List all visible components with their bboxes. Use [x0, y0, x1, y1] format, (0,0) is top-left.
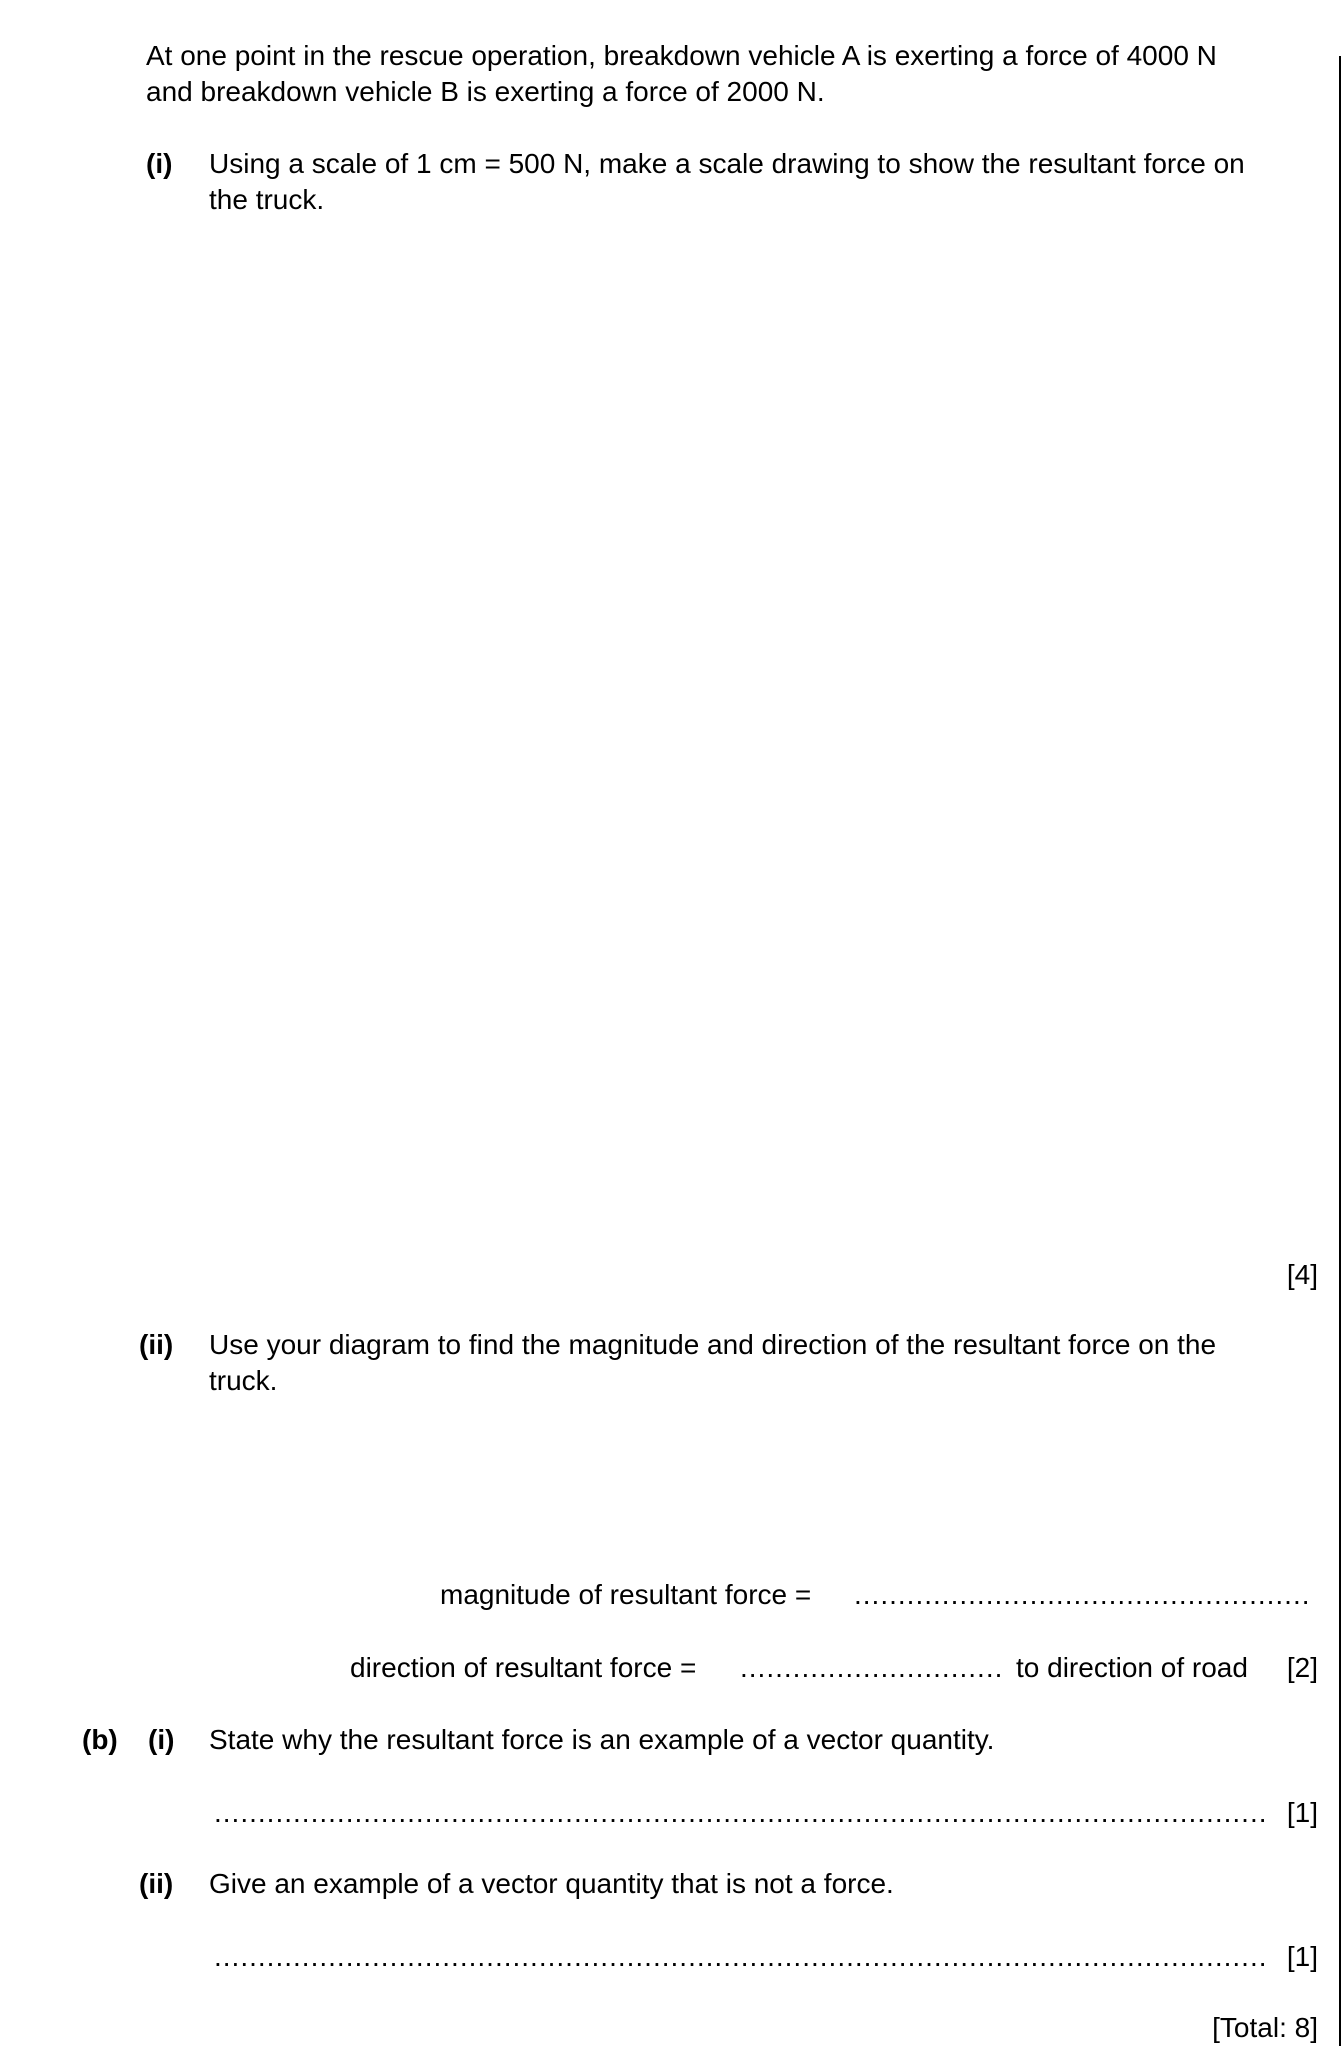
part-b-i-question: State why the resultant force is an exam…	[209, 1724, 995, 1755]
part-b-i-answer-line[interactable]: ........................................…	[214, 1795, 1266, 1831]
part-a-i-line-2: the truck.	[209, 184, 325, 215]
part-b-i-label: (i)	[148, 1724, 175, 1755]
drawing-answer-space[interactable]	[210, 225, 1320, 1240]
part-b-ii-marks: [1]	[1286, 1941, 1318, 1972]
part-b-label: (b)	[82, 1724, 118, 1755]
part-a-i-label: (i)	[146, 148, 173, 179]
part-b-ii-answer-line[interactable]: ........................................…	[214, 1939, 1266, 1975]
direction-suffix: to direction of road	[1016, 1652, 1248, 1683]
page-margin-rule	[1339, 56, 1341, 2046]
total-marks: [Total: 8]	[1212, 2012, 1318, 2043]
magnitude-label: magnitude of resultant force =	[440, 1579, 812, 1610]
intro-line-1: At one point in the rescue operation, br…	[146, 40, 1217, 71]
part-a-ii-line-2: truck.	[209, 1365, 278, 1396]
part-a-ii-label: (ii)	[139, 1329, 174, 1360]
direction-answer-line[interactable]: ........................................…	[740, 1650, 1002, 1686]
part-b-i-marks: [1]	[1286, 1797, 1318, 1828]
part-b-ii-question: Give an example of a vector quantity tha…	[209, 1868, 894, 1899]
part-a-ii-marks: [2]	[1286, 1652, 1318, 1683]
part-a-i-marks: [4]	[1286, 1259, 1318, 1290]
intro-line-2: and breakdown vehicle B is exerting a fo…	[146, 76, 825, 107]
part-a-i-line-1: Using a scale of 1 cm = 500 N, make a sc…	[209, 148, 1245, 179]
part-a-ii-line-1: Use your diagram to find the magnitude a…	[209, 1329, 1217, 1360]
magnitude-answer-line[interactable]: ........................................…	[854, 1577, 1312, 1613]
part-b-ii-label: (ii)	[139, 1868, 174, 1899]
direction-label: direction of resultant force =	[350, 1652, 697, 1683]
